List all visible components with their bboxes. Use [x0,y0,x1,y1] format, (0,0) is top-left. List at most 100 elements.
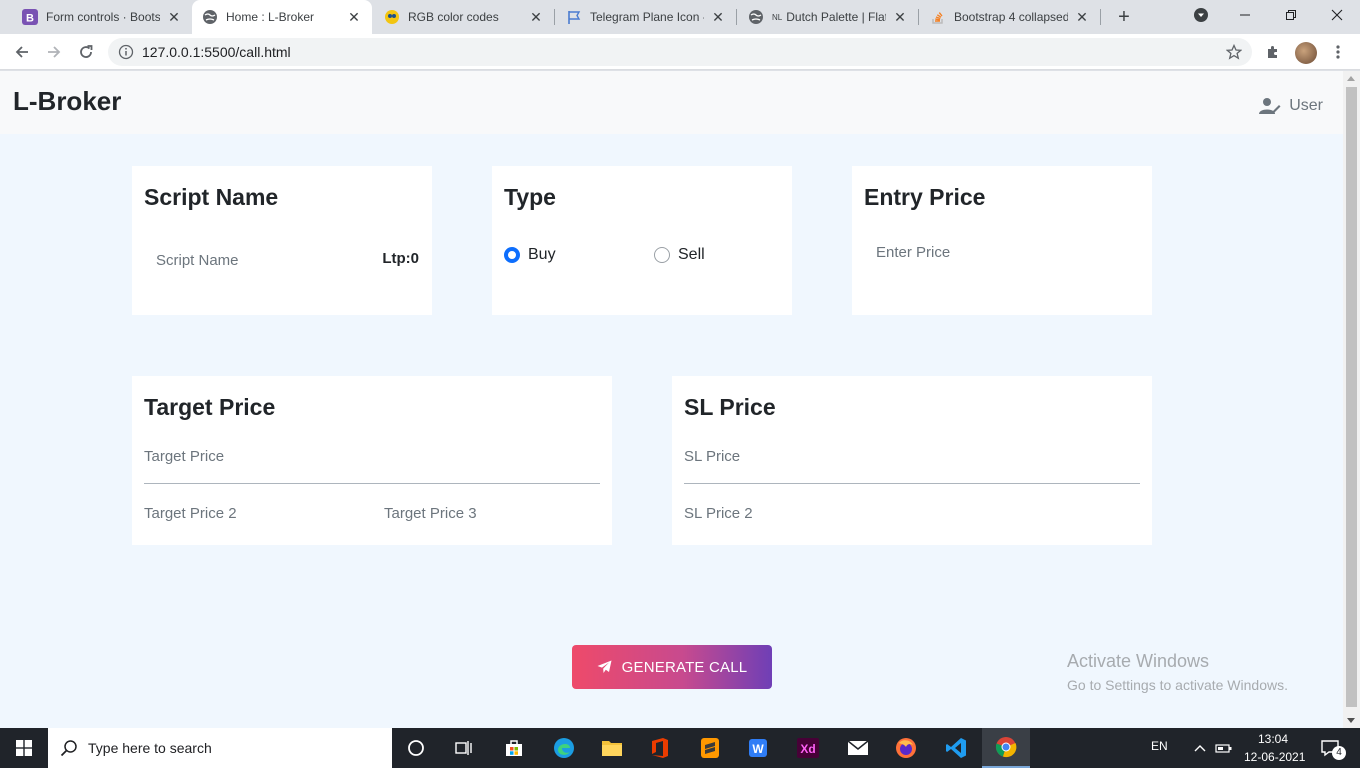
extensions-icon[interactable] [1264,43,1282,61]
stackoverflow-icon [930,9,946,25]
menu-dots-icon[interactable] [1329,43,1347,61]
entry-price-card: Entry Price Enter Price [852,166,1152,315]
adobe-xd-icon[interactable]: Xd [784,728,832,768]
edge-icon[interactable] [540,728,588,768]
notification-count: 4 [1332,746,1346,760]
target-price-card: Target Price Target Price Target Price 2… [132,376,612,545]
close-icon[interactable]: ✕ [710,9,726,25]
tab-search-icon[interactable] [1178,0,1224,30]
user-edit-icon [1259,98,1281,114]
svg-text:W: W [752,742,764,756]
sl-price-2-input[interactable]: SL Price 2 [684,505,753,522]
globe-icon [202,9,218,25]
activate-windows-title: Activate Windows [1067,651,1210,671]
taskbar-search-input[interactable]: Type here to search [48,728,392,768]
entry-price-input[interactable]: Enter Price [876,244,950,261]
target-price-2-input[interactable]: Target Price 2 [144,505,237,522]
restore-icon[interactable] [1268,0,1314,30]
rgb-icon [384,9,400,25]
divider [144,483,600,484]
type-card: Type Buy Sell [492,166,792,315]
close-icon[interactable]: ✕ [1074,9,1090,25]
scrollbar-thumb[interactable] [1346,87,1357,707]
info-icon[interactable] [118,44,134,60]
close-icon[interactable]: ✕ [528,9,544,25]
notification-icon[interactable]: 4 [1312,728,1348,768]
flag-icon [566,9,582,25]
svg-text:B: B [26,13,34,25]
sublime-text-icon[interactable] [686,728,734,768]
minimize-icon[interactable] [1222,0,1268,30]
chevron-up-icon[interactable] [1188,728,1212,768]
store-icon[interactable] [490,728,538,768]
battery-icon[interactable] [1212,728,1236,768]
clock-date[interactable]: 12-06-2021 [1244,750,1305,764]
svg-text:Xd: Xd [800,742,815,756]
star-icon[interactable] [1225,43,1243,63]
reload-icon[interactable] [72,38,100,66]
vscode-icon[interactable] [932,728,980,768]
tab-form-controls[interactable]: B Form controls · Bootst ✕ [12,0,192,34]
forward-arrow-icon[interactable] [40,38,68,66]
flag-prefix: NL [772,12,783,22]
mail-icon[interactable] [834,728,882,768]
tab-rgb-color-codes[interactable]: RGB color codes ✕ [374,0,554,34]
script-name-card: Script Name Script Name Ltp:0 [132,166,432,315]
close-icon[interactable]: ✕ [892,9,908,25]
profile-avatar[interactable] [1295,42,1317,64]
wps-writer-icon[interactable]: W [734,728,782,768]
close-icon[interactable]: ✕ [166,9,182,25]
user-menu[interactable]: User [1259,97,1323,115]
sell-radio[interactable]: Sell [654,246,705,264]
firefox-icon[interactable] [882,728,930,768]
type-title: Type [504,184,556,210]
page-viewport: L-Broker User Script Name Script Name Lt… [0,71,1360,728]
back-arrow-icon[interactable] [8,38,36,66]
sl-price-card: SL Price SL Price SL Price 2 [672,376,1152,545]
target-price-input[interactable]: Target Price [144,448,224,465]
radio-unchecked-icon[interactable] [654,247,670,263]
script-name-input[interactable]: Script Name [156,252,239,269]
scroll-down-icon[interactable] [1347,718,1355,723]
vertical-scrollbar[interactable] [1343,71,1360,728]
cortana-icon[interactable] [392,728,440,768]
tab-dutch-palette[interactable]: NL Dutch Palette | Flat ✕ [738,0,918,34]
url-text: 127.0.0.1:5500/call.html [142,44,291,60]
radio-checked-icon[interactable] [504,247,520,263]
brand-logo[interactable]: L-Broker [13,86,121,117]
generate-call-button[interactable]: GENERATE CALL [572,645,772,689]
buy-radio[interactable]: Buy [504,246,556,264]
globe-icon [748,9,764,25]
activate-windows-subtitle: Go to Settings to activate Windows. [1067,677,1288,693]
divider [684,483,1140,484]
office-icon[interactable] [636,728,684,768]
windows-taskbar: Type here to search W Xd EN 13:04 12-06-… [0,728,1360,768]
windows-start-icon[interactable] [0,728,48,768]
new-tab-button[interactable]: + [1112,5,1136,29]
language-indicator[interactable]: EN [1151,739,1168,753]
user-label: User [1289,97,1323,114]
close-icon[interactable]: ✕ [346,9,362,25]
tab-telegram-plane-icon[interactable]: Telegram Plane Icon - ✕ [556,0,736,34]
chrome-icon[interactable] [982,728,1030,768]
close-window-icon[interactable] [1314,0,1360,30]
telegram-plane-icon [597,660,612,673]
clock-time[interactable]: 13:04 [1258,732,1288,746]
target-price-title: Target Price [144,394,276,420]
tab-home-lbroker[interactable]: Home : L-Broker ✕ [192,0,372,34]
buy-label: Buy [528,246,556,263]
tab-bootstrap-collapsed[interactable]: Bootstrap 4 collapsed ✕ [920,0,1100,34]
tab-strip: B Form controls · Bootst ✕ Home : L-Brok… [0,0,1360,34]
address-bar[interactable]: 127.0.0.1:5500/call.html [108,38,1252,66]
ltp-value: Ltp:0 [382,250,419,267]
scroll-up-icon[interactable] [1347,76,1355,81]
script-name-title: Script Name [144,184,279,210]
bootstrap-icon: B [22,9,38,25]
file-explorer-icon[interactable] [588,728,636,768]
generate-call-label: GENERATE CALL [621,658,748,676]
entry-price-title: Entry Price [864,184,986,210]
target-price-3-input[interactable]: Target Price 3 [384,505,477,522]
task-view-icon[interactable] [440,728,488,768]
search-icon [60,740,77,757]
sl-price-input[interactable]: SL Price [684,448,740,465]
